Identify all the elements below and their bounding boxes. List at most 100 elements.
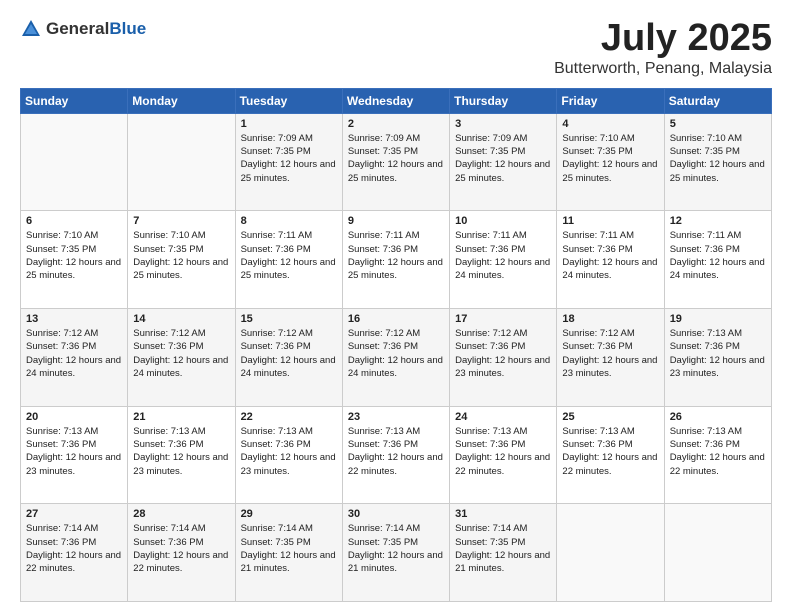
calendar-day: 2 Sunrise: 7:09 AM Sunset: 7:35 PM Daylig… bbox=[342, 113, 449, 211]
title-block: July 2025 Butterworth, Penang, Malaysia bbox=[554, 18, 772, 78]
day-number: 13 bbox=[26, 313, 122, 325]
day-number: 29 bbox=[241, 508, 337, 520]
day-info: Sunrise: 7:13 AM Sunset: 7:36 PM Dayligh… bbox=[26, 425, 122, 478]
day-info: Sunrise: 7:13 AM Sunset: 7:36 PM Dayligh… bbox=[348, 425, 444, 478]
day-number: 21 bbox=[133, 411, 229, 423]
calendar-day: 14 Sunrise: 7:12 AM Sunset: 7:36 PM Dayli… bbox=[128, 309, 235, 407]
day-info: Sunrise: 7:12 AM Sunset: 7:36 PM Dayligh… bbox=[455, 327, 551, 380]
calendar-day: 7 Sunrise: 7:10 AM Sunset: 7:35 PM Daylig… bbox=[128, 211, 235, 309]
calendar-empty bbox=[664, 504, 771, 602]
day-info: Sunrise: 7:10 AM Sunset: 7:35 PM Dayligh… bbox=[133, 229, 229, 282]
day-number: 11 bbox=[562, 215, 658, 227]
day-number: 6 bbox=[26, 215, 122, 227]
day-info: Sunrise: 7:14 AM Sunset: 7:36 PM Dayligh… bbox=[133, 522, 229, 575]
day-info: Sunrise: 7:11 AM Sunset: 7:36 PM Dayligh… bbox=[241, 229, 337, 282]
calendar-title: July 2025 bbox=[554, 18, 772, 60]
day-number: 8 bbox=[241, 215, 337, 227]
weekday-header: Monday bbox=[128, 88, 235, 113]
calendar-day: 28 Sunrise: 7:14 AM Sunset: 7:36 PM Dayli… bbox=[128, 504, 235, 602]
day-number: 5 bbox=[670, 118, 766, 130]
day-number: 23 bbox=[348, 411, 444, 423]
day-number: 16 bbox=[348, 313, 444, 325]
day-number: 15 bbox=[241, 313, 337, 325]
calendar-header: SundayMondayTuesdayWednesdayThursdayFrid… bbox=[21, 88, 772, 113]
day-info: Sunrise: 7:13 AM Sunset: 7:36 PM Dayligh… bbox=[562, 425, 658, 478]
day-info: Sunrise: 7:11 AM Sunset: 7:36 PM Dayligh… bbox=[562, 229, 658, 282]
calendar-location: Butterworth, Penang, Malaysia bbox=[554, 60, 772, 78]
calendar-day: 6 Sunrise: 7:10 AM Sunset: 7:35 PM Daylig… bbox=[21, 211, 128, 309]
day-number: 2 bbox=[348, 118, 444, 130]
day-number: 25 bbox=[562, 411, 658, 423]
day-number: 7 bbox=[133, 215, 229, 227]
day-info: Sunrise: 7:10 AM Sunset: 7:35 PM Dayligh… bbox=[562, 132, 658, 185]
day-number: 24 bbox=[455, 411, 551, 423]
day-info: Sunrise: 7:11 AM Sunset: 7:36 PM Dayligh… bbox=[670, 229, 766, 282]
day-info: Sunrise: 7:13 AM Sunset: 7:36 PM Dayligh… bbox=[133, 425, 229, 478]
calendar-day: 8 Sunrise: 7:11 AM Sunset: 7:36 PM Daylig… bbox=[235, 211, 342, 309]
calendar-day: 16 Sunrise: 7:12 AM Sunset: 7:36 PM Dayli… bbox=[342, 309, 449, 407]
day-info: Sunrise: 7:09 AM Sunset: 7:35 PM Dayligh… bbox=[348, 132, 444, 185]
day-info: Sunrise: 7:09 AM Sunset: 7:35 PM Dayligh… bbox=[455, 132, 551, 185]
calendar-day: 20 Sunrise: 7:13 AM Sunset: 7:36 PM Dayli… bbox=[21, 406, 128, 504]
calendar-day: 31 Sunrise: 7:14 AM Sunset: 7:35 PM Dayli… bbox=[450, 504, 557, 602]
weekday-header: Thursday bbox=[450, 88, 557, 113]
day-number: 20 bbox=[26, 411, 122, 423]
calendar-day: 21 Sunrise: 7:13 AM Sunset: 7:36 PM Dayli… bbox=[128, 406, 235, 504]
day-number: 31 bbox=[455, 508, 551, 520]
calendar-day: 5 Sunrise: 7:10 AM Sunset: 7:35 PM Daylig… bbox=[664, 113, 771, 211]
calendar-day: 18Sunrise: 7:12 AM Sunset: 7:36 PM Dayli… bbox=[557, 309, 664, 407]
day-info: Sunrise: 7:11 AM Sunset: 7:36 PM Dayligh… bbox=[348, 229, 444, 282]
day-info: Sunrise: 7:12 AM Sunset: 7:36 PM Dayligh… bbox=[133, 327, 229, 380]
day-number: 26 bbox=[670, 411, 766, 423]
logo-blue: Blue bbox=[109, 19, 146, 38]
day-info: Sunrise: 7:14 AM Sunset: 7:35 PM Dayligh… bbox=[348, 522, 444, 575]
calendar-day: 26 Sunrise: 7:13 AM Sunset: 7:36 PM Dayli… bbox=[664, 406, 771, 504]
day-number: 30 bbox=[348, 508, 444, 520]
day-info: Sunrise: 7:14 AM Sunset: 7:35 PM Dayligh… bbox=[455, 522, 551, 575]
calendar-day: 10Sunrise: 7:11 AM Sunset: 7:36 PM Dayli… bbox=[450, 211, 557, 309]
logo-icon bbox=[20, 18, 42, 40]
day-info: Sunrise: 7:14 AM Sunset: 7:35 PM Dayligh… bbox=[241, 522, 337, 575]
calendar-empty bbox=[557, 504, 664, 602]
day-info: Sunrise: 7:12 AM Sunset: 7:36 PM Dayligh… bbox=[26, 327, 122, 380]
calendar-day: 11 Sunrise: 7:11 AM Sunset: 7:36 PM Dayli… bbox=[557, 211, 664, 309]
day-number: 28 bbox=[133, 508, 229, 520]
day-info: Sunrise: 7:12 AM Sunset: 7:36 PM Dayligh… bbox=[348, 327, 444, 380]
day-info: Sunrise: 7:13 AM Sunset: 7:36 PM Dayligh… bbox=[670, 425, 766, 478]
day-info: Sunrise: 7:10 AM Sunset: 7:35 PM Dayligh… bbox=[26, 229, 122, 282]
calendar-day: 30 Sunrise: 7:14 AM Sunset: 7:35 PM Dayli… bbox=[342, 504, 449, 602]
calendar-empty bbox=[128, 113, 235, 211]
day-number: 12 bbox=[670, 215, 766, 227]
calendar-day: 4 Sunrise: 7:10 AM Sunset: 7:35 PM Daylig… bbox=[557, 113, 664, 211]
day-info: Sunrise: 7:10 AM Sunset: 7:35 PM Dayligh… bbox=[670, 132, 766, 185]
calendar-day: 22Sunrise: 7:13 AM Sunset: 7:36 PM Dayli… bbox=[235, 406, 342, 504]
day-number: 10 bbox=[455, 215, 551, 227]
calendar-table: SundayMondayTuesdayWednesdayThursdayFrid… bbox=[20, 88, 772, 602]
logo-general: General bbox=[46, 19, 109, 38]
weekday-header: Wednesday bbox=[342, 88, 449, 113]
weekday-header: Tuesday bbox=[235, 88, 342, 113]
calendar-day: 1Sunrise: 7:09 AM Sunset: 7:35 PM Daylig… bbox=[235, 113, 342, 211]
page-header: GeneralBlue July 2025 Butterworth, Penan… bbox=[20, 18, 772, 78]
day-number: 9 bbox=[348, 215, 444, 227]
calendar-day: 24Sunrise: 7:13 AM Sunset: 7:36 PM Dayli… bbox=[450, 406, 557, 504]
day-info: Sunrise: 7:12 AM Sunset: 7:36 PM Dayligh… bbox=[241, 327, 337, 380]
weekday-header: Saturday bbox=[664, 88, 771, 113]
calendar-day: 15 Sunrise: 7:12 AM Sunset: 7:36 PM Dayli… bbox=[235, 309, 342, 407]
day-number: 3 bbox=[455, 118, 551, 130]
calendar-day: 19Sunrise: 7:13 AM Sunset: 7:36 PM Dayli… bbox=[664, 309, 771, 407]
calendar-day: 13 Sunrise: 7:12 AM Sunset: 7:36 PM Dayli… bbox=[21, 309, 128, 407]
day-info: Sunrise: 7:13 AM Sunset: 7:36 PM Dayligh… bbox=[241, 425, 337, 478]
calendar-day: 23 Sunrise: 7:13 AM Sunset: 7:36 PM Dayli… bbox=[342, 406, 449, 504]
calendar-day: 9 Sunrise: 7:11 AM Sunset: 7:36 PM Daylig… bbox=[342, 211, 449, 309]
logo: GeneralBlue bbox=[20, 18, 146, 40]
calendar-day: 12 Sunrise: 7:11 AM Sunset: 7:36 PM Dayli… bbox=[664, 211, 771, 309]
day-number: 27 bbox=[26, 508, 122, 520]
calendar-day: 27Sunrise: 7:14 AM Sunset: 7:36 PM Dayli… bbox=[21, 504, 128, 602]
day-info: Sunrise: 7:13 AM Sunset: 7:36 PM Dayligh… bbox=[670, 327, 766, 380]
day-number: 4 bbox=[562, 118, 658, 130]
calendar-day: 29 Sunrise: 7:14 AM Sunset: 7:35 PM Dayli… bbox=[235, 504, 342, 602]
calendar-day: 17Sunrise: 7:12 AM Sunset: 7:36 PM Dayli… bbox=[450, 309, 557, 407]
day-number: 14 bbox=[133, 313, 229, 325]
day-number: 18 bbox=[562, 313, 658, 325]
